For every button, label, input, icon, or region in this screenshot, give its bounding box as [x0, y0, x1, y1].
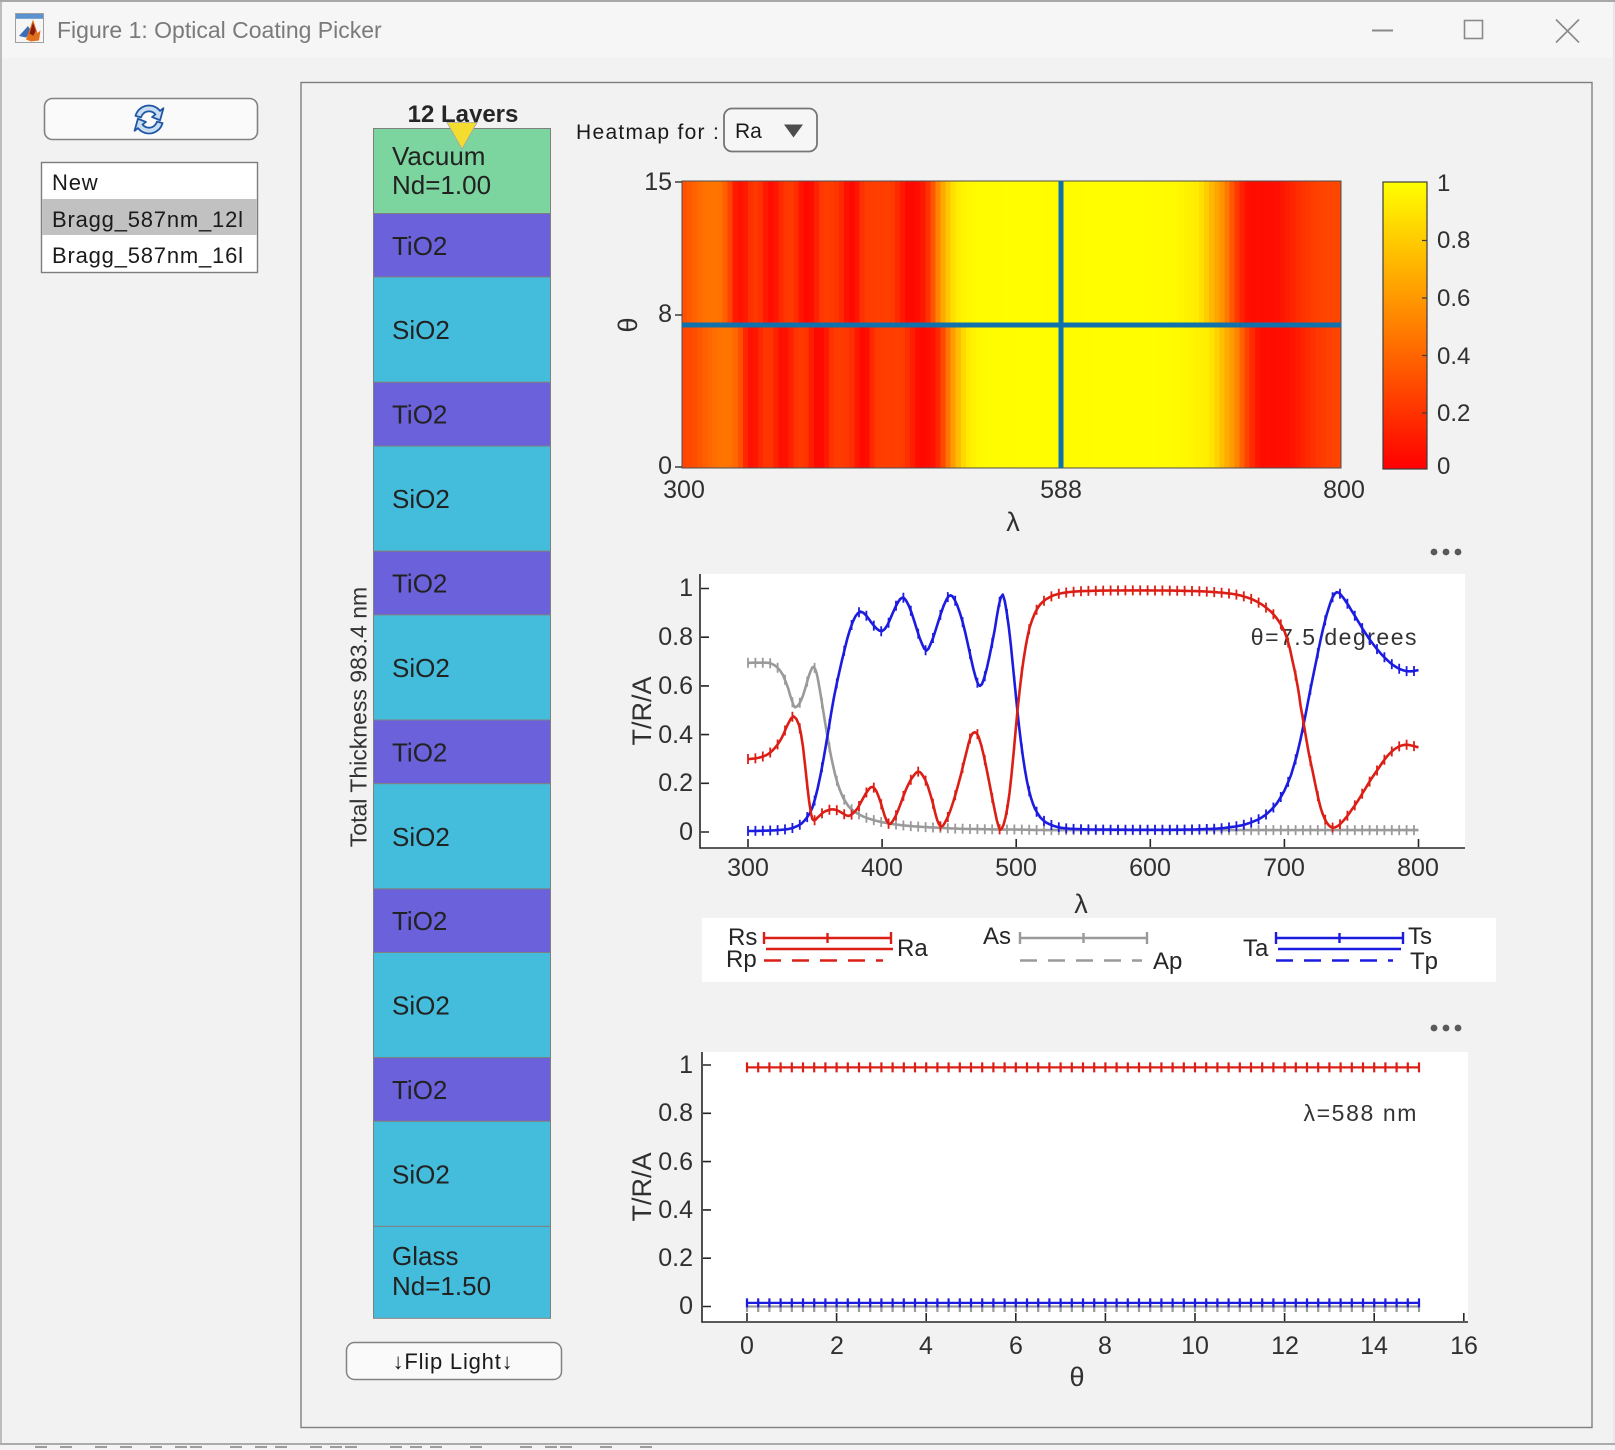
svg-text:SiO2: SiO2 [392, 315, 450, 345]
svg-text:0: 0 [1437, 453, 1450, 480]
svg-text:0.2: 0.2 [1437, 400, 1470, 427]
svg-text:Nd=1.50: Nd=1.50 [392, 1271, 491, 1301]
svg-text:Tp: Tp [1410, 948, 1438, 975]
svg-text:Rp: Rp [726, 946, 757, 973]
svg-text:0.2: 0.2 [658, 769, 693, 797]
svg-text:800: 800 [1397, 854, 1439, 882]
svg-text:Vacuum: Vacuum [392, 141, 485, 171]
svg-text:θ=7.5 degrees: θ=7.5 degrees [1251, 624, 1418, 650]
svg-text:0.4: 0.4 [1437, 343, 1470, 370]
svg-text:0.2: 0.2 [658, 1244, 693, 1272]
svg-text:12: 12 [1271, 1332, 1299, 1360]
svg-text:15: 15 [644, 168, 672, 196]
svg-text:6: 6 [1009, 1332, 1023, 1360]
svg-text:λ: λ [1006, 507, 1020, 537]
svg-text:Nd=1.00: Nd=1.00 [392, 170, 491, 200]
svg-text:Ra: Ra [735, 120, 762, 143]
svg-text:T/R/A: T/R/A [627, 676, 657, 745]
svg-text:Bragg_587nm_12l: Bragg_587nm_12l [52, 207, 244, 232]
svg-text:0.4: 0.4 [658, 1196, 693, 1224]
svg-text:0.8: 0.8 [658, 1099, 693, 1127]
svg-text:1: 1 [679, 1051, 693, 1079]
svg-text:8: 8 [1098, 1332, 1112, 1360]
svg-text:800: 800 [1323, 476, 1365, 504]
svg-text:14: 14 [1360, 1332, 1388, 1360]
svg-text:SiO2: SiO2 [392, 484, 450, 514]
svg-text:λ: λ [1074, 889, 1088, 919]
svg-text:16: 16 [1450, 1332, 1478, 1360]
svg-text:TiO2: TiO2 [392, 737, 447, 767]
svg-text:300: 300 [727, 854, 769, 882]
svg-text:400: 400 [861, 854, 903, 882]
svg-text:TiO2: TiO2 [392, 400, 447, 430]
svg-text:0: 0 [679, 818, 693, 846]
svg-text:500: 500 [995, 854, 1037, 882]
svg-text:Total Thickness 983.4 nm: Total Thickness 983.4 nm [346, 587, 372, 847]
svg-text:4: 4 [919, 1332, 933, 1360]
svg-text:λ=588 nm: λ=588 nm [1304, 1100, 1418, 1126]
svg-text:Glass: Glass [392, 1241, 458, 1271]
svg-text:1: 1 [1437, 170, 1450, 197]
svg-text:Heatmap for :: Heatmap for : [576, 121, 720, 144]
svg-text:588: 588 [1040, 476, 1082, 504]
svg-text:TiO2: TiO2 [392, 1075, 447, 1105]
svg-text:θ: θ [613, 317, 643, 332]
svg-text:1: 1 [679, 574, 693, 602]
svg-text:TiO2: TiO2 [392, 906, 447, 936]
svg-text:0.8: 0.8 [658, 623, 693, 651]
svg-text:Ts: Ts [1408, 923, 1432, 950]
svg-text:0.4: 0.4 [658, 721, 693, 749]
svg-text:SiO2: SiO2 [392, 822, 450, 852]
svg-text:SiO2: SiO2 [392, 653, 450, 683]
svg-text:TiO2: TiO2 [392, 231, 447, 261]
svg-text:0.6: 0.6 [658, 672, 693, 700]
svg-text:10: 10 [1181, 1332, 1209, 1360]
svg-text:SiO2: SiO2 [392, 1159, 450, 1189]
svg-text:8: 8 [658, 300, 672, 328]
svg-text:0.6: 0.6 [1437, 285, 1470, 312]
svg-text:600: 600 [1129, 854, 1171, 882]
svg-text:2: 2 [830, 1332, 844, 1360]
svg-text:TiO2: TiO2 [392, 569, 447, 599]
svg-text:SiO2: SiO2 [392, 991, 450, 1021]
svg-text:Bragg_587nm_16l: Bragg_587nm_16l [52, 243, 244, 268]
svg-text:θ: θ [1069, 1362, 1084, 1392]
svg-text:↓Flip Light↓: ↓Flip Light↓ [393, 1349, 514, 1374]
svg-text:0: 0 [679, 1292, 693, 1320]
svg-text:Ap: Ap [1153, 948, 1182, 975]
svg-text:700: 700 [1263, 854, 1305, 882]
svg-text:300: 300 [663, 476, 705, 504]
svg-text:0: 0 [740, 1332, 754, 1360]
svg-text:0.6: 0.6 [658, 1148, 693, 1176]
svg-text:New: New [52, 170, 98, 195]
svg-text:0.8: 0.8 [1437, 227, 1470, 254]
svg-text:Figure 1: Optical Coating Pick: Figure 1: Optical Coating Picker [57, 17, 382, 43]
svg-text:Ra: Ra [897, 935, 928, 962]
svg-text:As: As [983, 923, 1011, 950]
svg-text:Ta: Ta [1243, 935, 1269, 962]
svg-text:T/R/A: T/R/A [627, 1152, 657, 1221]
